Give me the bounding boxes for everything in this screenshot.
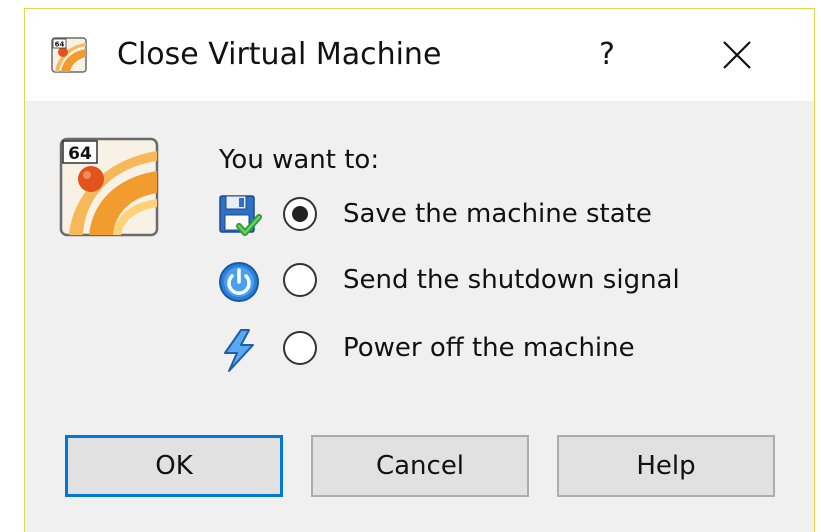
vm-icon-badge: 64 xyxy=(68,144,92,164)
power-button-icon xyxy=(219,262,259,302)
close-icon xyxy=(723,41,751,69)
shutdown-signal-label[interactable]: Send the shutdown signal xyxy=(343,261,680,299)
option-shutdown-signal[interactable]: Send the shutdown signal xyxy=(217,257,777,307)
power-off-radio[interactable] xyxy=(283,331,317,365)
option-power-off[interactable]: Power off the machine xyxy=(217,325,777,375)
cancel-button[interactable]: Cancel xyxy=(311,435,529,497)
power-off-label[interactable]: Power off the machine xyxy=(343,329,635,367)
option-save-state[interactable]: Save the machine state xyxy=(217,191,777,241)
prompt-label: You want to: xyxy=(219,145,380,175)
help-button[interactable]: Help xyxy=(557,435,775,497)
lightning-icon xyxy=(224,329,254,372)
virtualbox-64bit-icon: 64 xyxy=(59,137,159,237)
virtualbox-vm-icon: 64 xyxy=(51,37,87,73)
save-state-icon xyxy=(219,195,262,236)
radio-selected-dot xyxy=(292,206,308,222)
ok-button[interactable]: OK xyxy=(65,435,283,497)
title-bar[interactable]: 64 Close Virtual Machine ? xyxy=(25,9,814,101)
close-window-button[interactable] xyxy=(715,35,759,75)
shutdown-signal-radio[interactable] xyxy=(283,263,317,297)
save-state-label[interactable]: Save the machine state xyxy=(343,195,652,233)
title-icon-badge: 64 xyxy=(55,41,65,49)
save-state-radio[interactable] xyxy=(283,197,317,231)
close-vm-dialog: 64 Close Virtual Machine ? 64 You want t… xyxy=(24,8,815,532)
help-question-button[interactable]: ? xyxy=(585,35,629,75)
window-title: Close Virtual Machine xyxy=(117,37,442,72)
